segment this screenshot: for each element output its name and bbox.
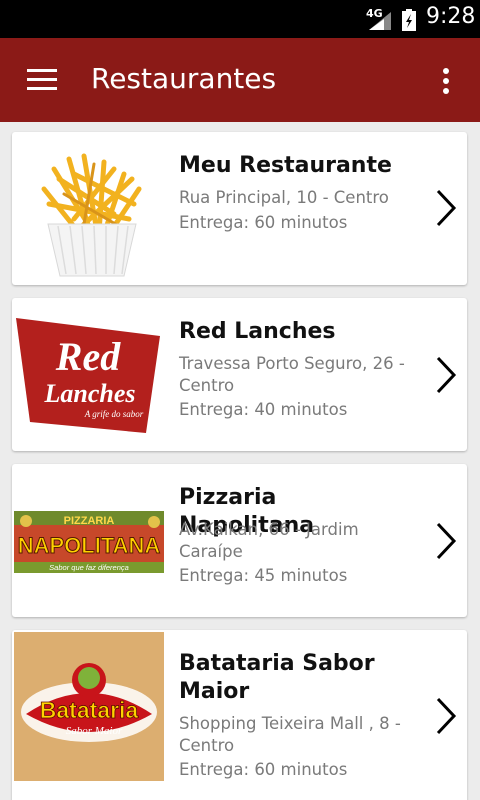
batataria-logo: Batataria Sabor Maior [14,632,164,781]
app-bar: Restaurantes [0,38,480,122]
restaurant-address: Av.Kaikan, 66 - Jardim Caraípe [179,520,359,561]
logo-text: NAPOLITANA [18,533,161,558]
overflow-menu-icon[interactable] [436,66,456,96]
logo-text: Sabor Maior [66,725,123,737]
restaurant-name: Batataria Sabor Maior [179,651,375,704]
logo-text: Batataria [40,697,139,723]
restaurant-list[interactable]: Meu Restaurante Rua Principal, 10 - Cent… [0,122,480,800]
red-lanches-logo: Red Lanches A grife do sabor [14,300,164,449]
restaurant-card[interactable]: Meu Restaurante Rua Principal, 10 - Cent… [12,132,467,285]
chevron-right-icon[interactable] [434,696,458,736]
delivery-time: Entrega: 60 minutos [179,760,348,779]
clock: 9:28 [426,4,476,29]
battery-icon [402,9,416,31]
logo-text: PIZZARIA [64,515,115,527]
logo-text: A grife do sabor [84,409,144,419]
status-bar: 4G 9:28 [0,0,480,38]
restaurant-address: Shopping Teixeira Mall , 8 - Centro [179,714,401,755]
signal-icon [369,12,391,30]
chevron-right-icon[interactable] [434,355,458,395]
page-title: Restaurantes [91,62,277,95]
logo-text: Red [55,334,121,379]
logo-text: Sabor que faz diferença [49,563,129,572]
delivery-time: Entrega: 45 minutos [179,566,348,585]
chevron-right-icon[interactable] [434,188,458,228]
delivery-time: Entrega: 40 minutos [179,400,348,419]
restaurant-card[interactable]: Red Lanches A grife do sabor Red Lanches… [12,298,467,451]
delivery-time: Entrega: 60 minutos [179,213,348,232]
restaurant-card[interactable]: PIZZARIA NAPOLITANA Sabor que faz difere… [12,464,467,617]
restaurant-card[interactable]: Batataria Sabor Maior Batataria Sabor Ma… [12,630,467,800]
chevron-right-icon[interactable] [434,521,458,561]
restaurant-name: Red Lanches [179,319,336,344]
menu-icon[interactable] [27,69,57,91]
logo-text: Lanches [44,379,136,408]
french-fries-photo [14,134,164,283]
restaurant-address: Rua Principal, 10 - Centro [179,188,389,207]
restaurant-name: Meu Restaurante [179,153,392,178]
restaurant-address: Travessa Porto Seguro, 26 - Centro [179,354,405,395]
pizzaria-napolitana-logo: PIZZARIA NAPOLITANA Sabor que faz difere… [14,466,164,615]
